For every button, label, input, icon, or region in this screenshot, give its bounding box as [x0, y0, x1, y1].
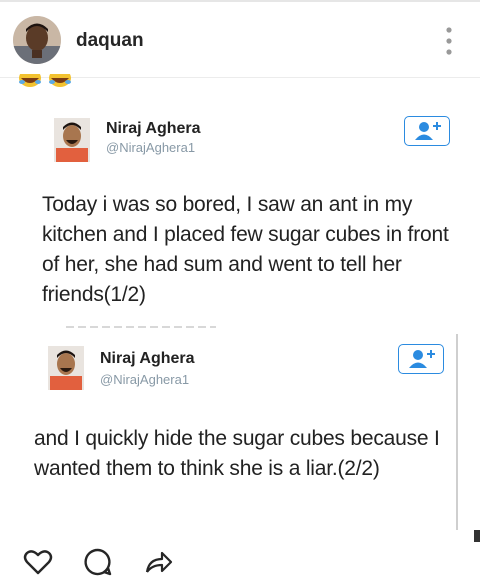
tweet-card-1: Niraj Aghera @NirajAghera1 Today i was s…: [24, 104, 462, 328]
tweet-author-name: Niraj Aghera: [106, 120, 201, 137]
add-user-icon: [409, 350, 435, 368]
add-user-icon: [415, 122, 441, 140]
laughing-emoji-icon: [18, 74, 80, 90]
post-header: daquan: [0, 0, 480, 78]
tweet-author-handle: @NirajAghera1: [106, 140, 196, 155]
tweet-card-2: Niraj Aghera @NirajAghera1 and I quickly…: [24, 334, 458, 530]
tweet-author-avatar: [54, 118, 90, 162]
post-action-bar: [0, 536, 480, 586]
tweet-author-name: Niraj Aghera: [100, 350, 195, 367]
tweet-text: and I quickly hide the sugar cubes becau…: [34, 427, 440, 480]
follow-button[interactable]: [398, 344, 444, 374]
share-icon[interactable]: [142, 546, 174, 578]
poster-avatar[interactable]: [13, 16, 61, 64]
more-options-icon[interactable]: [446, 26, 452, 56]
follow-button[interactable]: [404, 116, 450, 146]
tweet-author-avatar: [48, 346, 84, 390]
heart-icon[interactable]: [22, 546, 54, 578]
poster-username[interactable]: daquan: [76, 30, 144, 52]
comment-icon[interactable]: [82, 546, 114, 578]
scrollbar[interactable]: [474, 530, 480, 542]
tweet-text: Today i was so bored, I saw an ant in my…: [42, 193, 449, 306]
divider: [66, 326, 216, 328]
tweet-author-handle: @NirajAghera1: [100, 372, 190, 387]
